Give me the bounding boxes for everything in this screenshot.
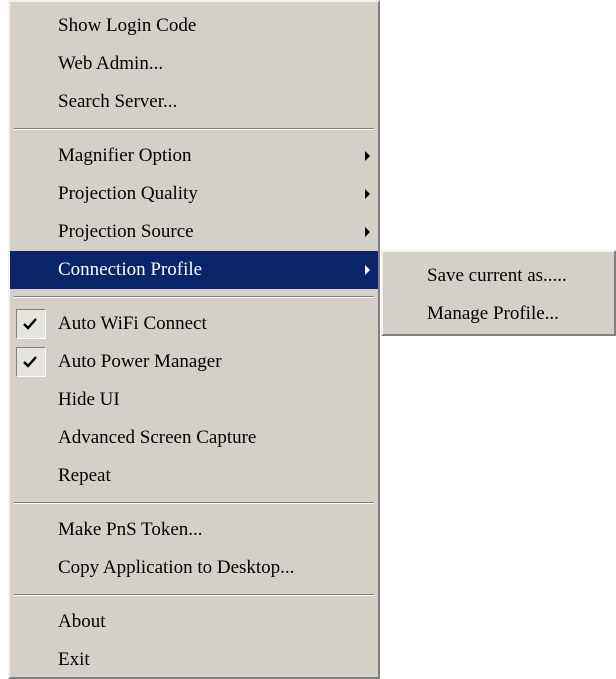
menu-item-about[interactable]: About (10, 603, 378, 641)
submenu-item-label: Save current as..... (427, 265, 567, 286)
menu-item-label: Auto Power Manager (58, 351, 222, 372)
menu-separator (14, 128, 374, 130)
submenu-arrow-icon (365, 227, 370, 237)
menu-item-label: Hide UI (58, 389, 120, 410)
menu-item-label: Search Server... (58, 91, 178, 112)
menu-item-exit[interactable]: Exit (10, 641, 378, 679)
menu-item-label: Advanced Screen Capture (58, 427, 257, 448)
context-menu: Show Login Code Web Admin... Search Serv… (8, 0, 380, 679)
menu-item-label: Connection Profile (58, 259, 203, 280)
menu-item-projection-quality[interactable]: Projection Quality (10, 175, 378, 213)
menu-item-hide-ui[interactable]: Hide UI (10, 381, 378, 419)
menu-item-label: Projection Quality (58, 183, 198, 204)
menu-item-label: About (58, 611, 106, 632)
menu-separator (14, 502, 374, 504)
menu-item-label: Auto WiFi Connect (58, 313, 207, 334)
menu-item-label: Copy Application to Desktop... (58, 557, 295, 578)
checkmark-icon (16, 309, 46, 339)
menu-item-connection-profile[interactable]: Connection Profile (10, 251, 378, 289)
checkmark-icon (16, 347, 46, 377)
menu-item-copy-application-to-desktop[interactable]: Copy Application to Desktop... (10, 549, 378, 587)
submenu-arrow-icon (365, 189, 370, 199)
submenu-item-label: Manage Profile... (427, 303, 559, 324)
menu-item-label: Make PnS Token... (58, 519, 203, 540)
submenu-arrow-icon (365, 265, 370, 275)
submenu-item-manage-profile[interactable]: Manage Profile... (383, 295, 614, 333)
menu-item-projection-source[interactable]: Projection Source (10, 213, 378, 251)
menu-item-auto-power-manager[interactable]: Auto Power Manager (10, 343, 378, 381)
menu-separator (14, 296, 374, 298)
menu-item-search-server[interactable]: Search Server... (10, 83, 378, 121)
menu-item-label: Projection Source (58, 221, 194, 242)
submenu-item-save-current-as[interactable]: Save current as..... (383, 257, 614, 295)
connection-profile-submenu: Save current as..... Manage Profile... (381, 250, 616, 336)
menu-item-repeat[interactable]: Repeat (10, 457, 378, 495)
menu-item-label: Magnifier Option (58, 145, 192, 166)
menu-item-make-pns-token[interactable]: Make PnS Token... (10, 511, 378, 549)
menu-item-label: Repeat (58, 465, 111, 486)
menu-item-web-admin[interactable]: Web Admin... (10, 45, 378, 83)
menu-item-auto-wifi-connect[interactable]: Auto WiFi Connect (10, 305, 378, 343)
menu-item-show-login-code[interactable]: Show Login Code (10, 7, 378, 45)
menu-item-label: Exit (58, 649, 90, 670)
menu-item-label: Web Admin... (58, 53, 164, 74)
menu-item-label: Show Login Code (58, 15, 197, 36)
menu-item-magnifier-option[interactable]: Magnifier Option (10, 137, 378, 175)
menu-separator (14, 594, 374, 596)
submenu-arrow-icon (365, 151, 370, 161)
menu-item-advanced-screen-capture[interactable]: Advanced Screen Capture (10, 419, 378, 457)
